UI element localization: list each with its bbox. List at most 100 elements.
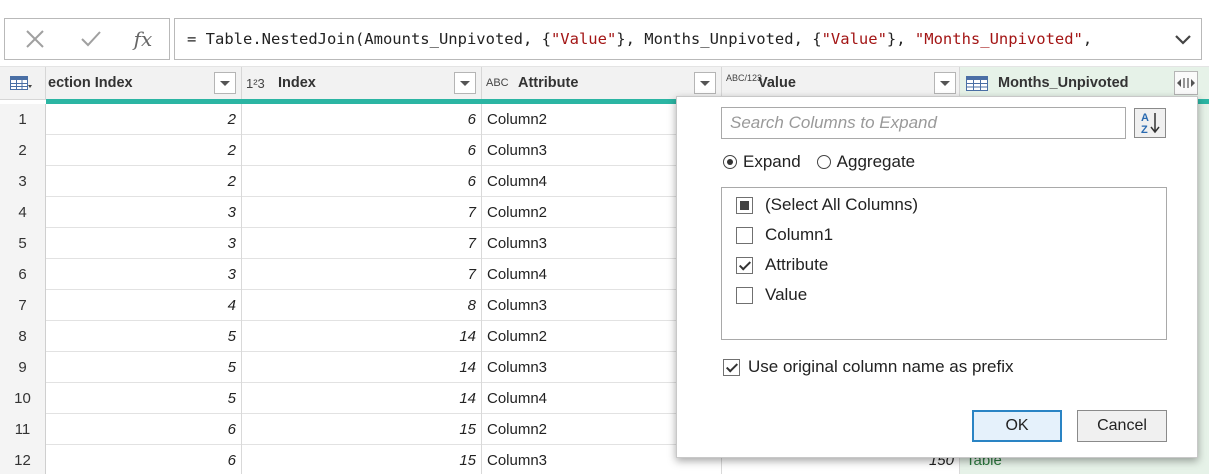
chevron-down-icon[interactable] (1173, 29, 1193, 49)
column-checkbox-label: Value (765, 285, 808, 304)
index-cell[interactable]: 15 (242, 445, 482, 474)
search-box[interactable] (721, 107, 1126, 139)
column-checkbox-label: Attribute (765, 255, 829, 274)
index-cell[interactable]: 14 (242, 383, 482, 414)
section-index-cell[interactable]: 3 (46, 228, 242, 259)
formula-string-token: "Months_Unpivoted" (914, 30, 1083, 48)
cancel-button[interactable]: Cancel (1077, 410, 1167, 442)
section-index-cell[interactable]: 3 (46, 259, 242, 290)
section-index-cell[interactable]: 3 (46, 197, 242, 228)
aggregate-radio[interactable]: Aggregate (816, 152, 916, 172)
header-index[interactable]: 1²3 Index (242, 67, 482, 100)
index-cell[interactable]: 14 (242, 352, 482, 383)
index-cell[interactable]: 6 (242, 104, 482, 135)
column-checkbox-item[interactable]: Attribute (736, 253, 828, 277)
cancel-formula-button[interactable] (15, 19, 55, 59)
section-index-cell[interactable]: 2 (46, 166, 242, 197)
formula-token: }, (886, 30, 915, 48)
row-number[interactable]: 1 (0, 104, 46, 135)
insert-function-button[interactable]: fx (123, 19, 163, 59)
svg-text:Z: Z (1141, 124, 1148, 136)
row-number[interactable]: 9 (0, 352, 46, 383)
table-icon (10, 76, 32, 90)
header-label: ection Index (48, 75, 133, 91)
filter-dropdown-button[interactable] (934, 72, 956, 94)
formula-buttons: fx (4, 18, 170, 60)
section-index-cell[interactable]: 4 (46, 290, 242, 321)
filter-dropdown-button[interactable] (694, 72, 716, 94)
prefix-checkbox[interactable] (723, 358, 740, 376)
check-icon (81, 31, 101, 47)
whole-number-type-icon[interactable]: 1²3 (246, 67, 265, 100)
radio-unselected-icon[interactable] (816, 155, 831, 169)
formula-token: , (1082, 30, 1093, 48)
row-number[interactable]: 8 (0, 321, 46, 352)
column-checkbox[interactable] (736, 226, 753, 244)
aggregate-radio-label: Aggregate (836, 152, 916, 171)
column-checkbox-item[interactable]: Value (736, 283, 807, 307)
row-number[interactable]: 2 (0, 135, 46, 166)
expand-columns-popup: A Z Expand Aggregate (Select All Columns… (676, 96, 1198, 458)
index-cell[interactable]: 15 (242, 414, 482, 445)
row-number[interactable]: 5 (0, 228, 46, 259)
expand-column-button[interactable] (1174, 71, 1198, 95)
fx-label: fx (133, 27, 153, 51)
row-number[interactable]: 6 (0, 259, 46, 290)
column-checkbox[interactable] (736, 256, 753, 274)
section-index-cell[interactable]: 6 (46, 414, 242, 445)
text-type-icon[interactable]: ABC (486, 67, 509, 100)
expand-arrows-icon (1177, 78, 1195, 88)
section-index-cell[interactable]: 2 (46, 135, 242, 166)
formula-token: }, Months_Unpivoted, { (616, 30, 822, 48)
formula-input[interactable]: = Table.NestedJoin(Amounts_Unpivoted, {"… (174, 18, 1202, 60)
formula-area: fx = Table.NestedJoin(Amounts_Unpivoted,… (0, 0, 1209, 67)
column-checkbox-label: Column1 (765, 225, 834, 244)
column-checkbox[interactable] (736, 196, 753, 214)
x-icon (26, 30, 44, 48)
expand-radio-label: Expand (743, 152, 801, 171)
column-checkbox-item[interactable]: (Select All Columns) (736, 193, 918, 217)
expand-radio[interactable]: Expand (723, 152, 801, 172)
header-label: Index (278, 75, 316, 91)
ok-button[interactable]: OK (972, 410, 1062, 442)
row-number[interactable]: 3 (0, 166, 46, 197)
column-checkbox-label: (Select All Columns) (765, 195, 919, 214)
prefix-checkbox-row[interactable]: Use original column name as prefix (723, 355, 1014, 379)
section-index-cell[interactable]: 5 (46, 321, 242, 352)
section-index-cell[interactable]: 6 (46, 445, 242, 474)
sort-ascending-button[interactable]: A Z (1134, 108, 1166, 138)
table-menu-button[interactable] (0, 67, 46, 100)
column-checkbox[interactable] (736, 286, 753, 304)
index-cell[interactable]: 7 (242, 259, 482, 290)
commit-formula-button[interactable] (71, 19, 111, 59)
section-index-cell[interactable]: 2 (46, 104, 242, 135)
filter-dropdown-button[interactable] (454, 72, 476, 94)
filter-dropdown-button[interactable] (214, 72, 236, 94)
index-cell[interactable]: 6 (242, 166, 482, 197)
index-cell[interactable]: 7 (242, 228, 482, 259)
sort-az-icon: A Z (1141, 112, 1160, 136)
index-cell[interactable]: 6 (242, 135, 482, 166)
formula-text[interactable]: = Table.NestedJoin(Amounts_Unpivoted, {"… (187, 19, 1147, 59)
section-index-cell[interactable]: 5 (46, 383, 242, 414)
radio-selected-icon[interactable] (723, 155, 737, 169)
index-cell[interactable]: 8 (242, 290, 482, 321)
column-checkbox-item[interactable]: Column1 (736, 223, 833, 247)
index-cell[interactable]: 14 (242, 321, 482, 352)
search-columns-input[interactable] (722, 108, 1125, 138)
index-cell[interactable]: 7 (242, 197, 482, 228)
any-type-icon[interactable]: ABC/123 (726, 73, 762, 95)
mode-selector: Expand Aggregate (723, 149, 931, 175)
row-number[interactable]: 10 (0, 383, 46, 414)
formula-string-token: "Value" (821, 30, 887, 48)
row-number[interactable]: 7 (0, 290, 46, 321)
row-number[interactable]: 4 (0, 197, 46, 228)
svg-text:A: A (1141, 112, 1149, 124)
row-number[interactable]: 11 (0, 414, 46, 445)
column-checklist: (Select All Columns) Column1 Attribute Valu… (721, 187, 1167, 340)
section-index-cell[interactable]: 5 (46, 352, 242, 383)
row-number[interactable]: 12 (0, 445, 46, 474)
table-icon (966, 76, 988, 91)
header-section-index[interactable]: ection Index (46, 67, 242, 100)
formula-string-token: "Value" (550, 30, 617, 48)
